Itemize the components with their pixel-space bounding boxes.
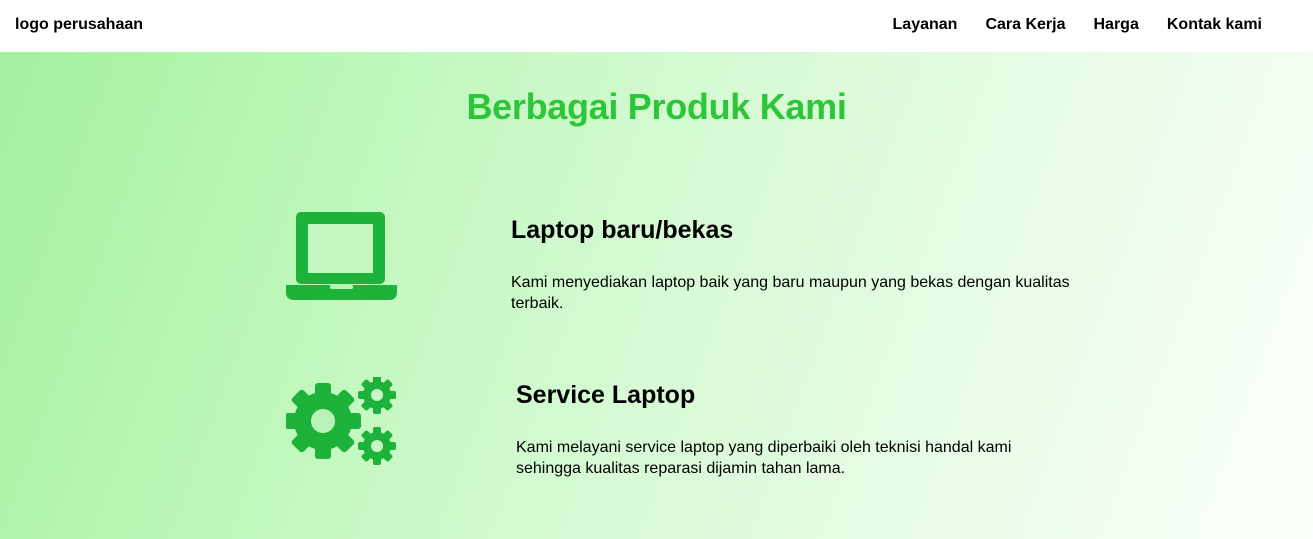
navbar: logo perusahaan Layanan Cara Kerja Harga… — [0, 0, 1313, 52]
laptop-icon — [286, 212, 397, 300]
product-title: Service Laptop — [516, 381, 696, 409]
section-title: Berbagai Produk Kami — [466, 86, 847, 127]
product-title: Laptop baru/bekas — [511, 216, 734, 244]
company-logo[interactable]: logo perusahaan — [15, 16, 143, 34]
logo-alt-text: logo perusahaan — [15, 16, 144, 33]
nav-link-kontak-kami[interactable]: Kontak kami — [1167, 16, 1262, 34]
gears-icon — [286, 377, 396, 465]
product-description: Kami melayani service laptop yang diperb… — [516, 439, 1012, 477]
product-description: Kami menyediakan laptop baik yang baru m… — [511, 274, 1070, 312]
nav-link-cara-kerja[interactable]: Cara Kerja — [985, 16, 1065, 34]
nav-menu: Layanan Cara Kerja Harga Kontak kami — [893, 16, 1262, 34]
nav-link-harga[interactable]: Harga — [1094, 16, 1139, 34]
nav-link-layanan[interactable]: Layanan — [893, 16, 958, 34]
products-section: Berbagai Produk Kami Laptop baru/bekas K… — [0, 52, 1313, 539]
